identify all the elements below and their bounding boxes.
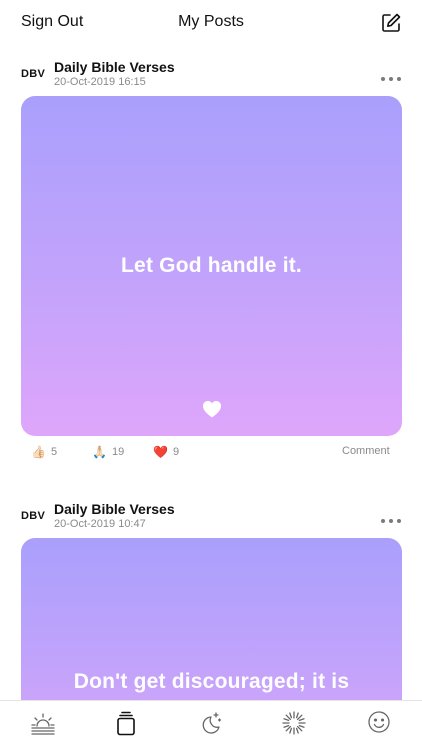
reaction-count: 19 — [111, 446, 125, 458]
reactions-bar: 👍🏻 5 🙏🏻 19 ❤️ 9 Comment — [0, 442, 422, 462]
post-quote: Don't get discouraged; it is — [73, 670, 350, 693]
sign-out-button[interactable]: Sign Out — [21, 13, 83, 31]
post-card: DBV Daily Bible Verses 20-Oct-2019 16:15… — [0, 58, 422, 468]
posts-stack-icon[interactable] — [112, 709, 140, 737]
sunburst-icon[interactable] — [280, 709, 308, 737]
moon-stars-icon[interactable] — [196, 709, 224, 737]
post-date: 20-Oct-2019 10:47 — [54, 518, 146, 530]
post-author[interactable]: Daily Bible Verses — [54, 59, 175, 75]
praying-hands-icon: 🙏🏻 — [92, 445, 107, 459]
reaction-thumbs-up[interactable]: 👍🏻 5 — [31, 442, 57, 462]
sunrise-icon[interactable] — [29, 709, 57, 737]
heart-icon[interactable] — [202, 400, 222, 418]
post-author[interactable]: Daily Bible Verses — [54, 501, 175, 517]
post-quote: Let God handle it. — [121, 254, 302, 277]
avatar: DBV — [21, 510, 46, 522]
post-date: 20-Oct-2019 16:15 — [54, 76, 146, 88]
reaction-praying-hands[interactable]: 🙏🏻 19 — [92, 442, 124, 462]
more-options-icon[interactable] — [380, 74, 402, 84]
compose-icon[interactable] — [380, 12, 402, 34]
post-card: DBV Daily Bible Verses 20-Oct-2019 10:47… — [0, 500, 422, 750]
navigation-bar: Sign Out My Posts — [0, 0, 422, 48]
thumbs-up-icon: 👍🏻 — [31, 445, 46, 459]
smiley-icon[interactable] — [365, 709, 393, 737]
avatar: DBV — [21, 68, 46, 80]
red-heart-icon: ❤️ — [153, 445, 168, 459]
reaction-count: 9 — [172, 446, 180, 458]
reaction-red-heart[interactable]: ❤️ 9 — [153, 442, 179, 462]
more-options-icon[interactable] — [380, 516, 402, 526]
tab-bar — [0, 700, 422, 750]
reaction-count: 5 — [50, 446, 58, 458]
post-image[interactable]: Let God handle it. — [21, 96, 402, 436]
comment-button[interactable]: Comment — [342, 445, 390, 457]
